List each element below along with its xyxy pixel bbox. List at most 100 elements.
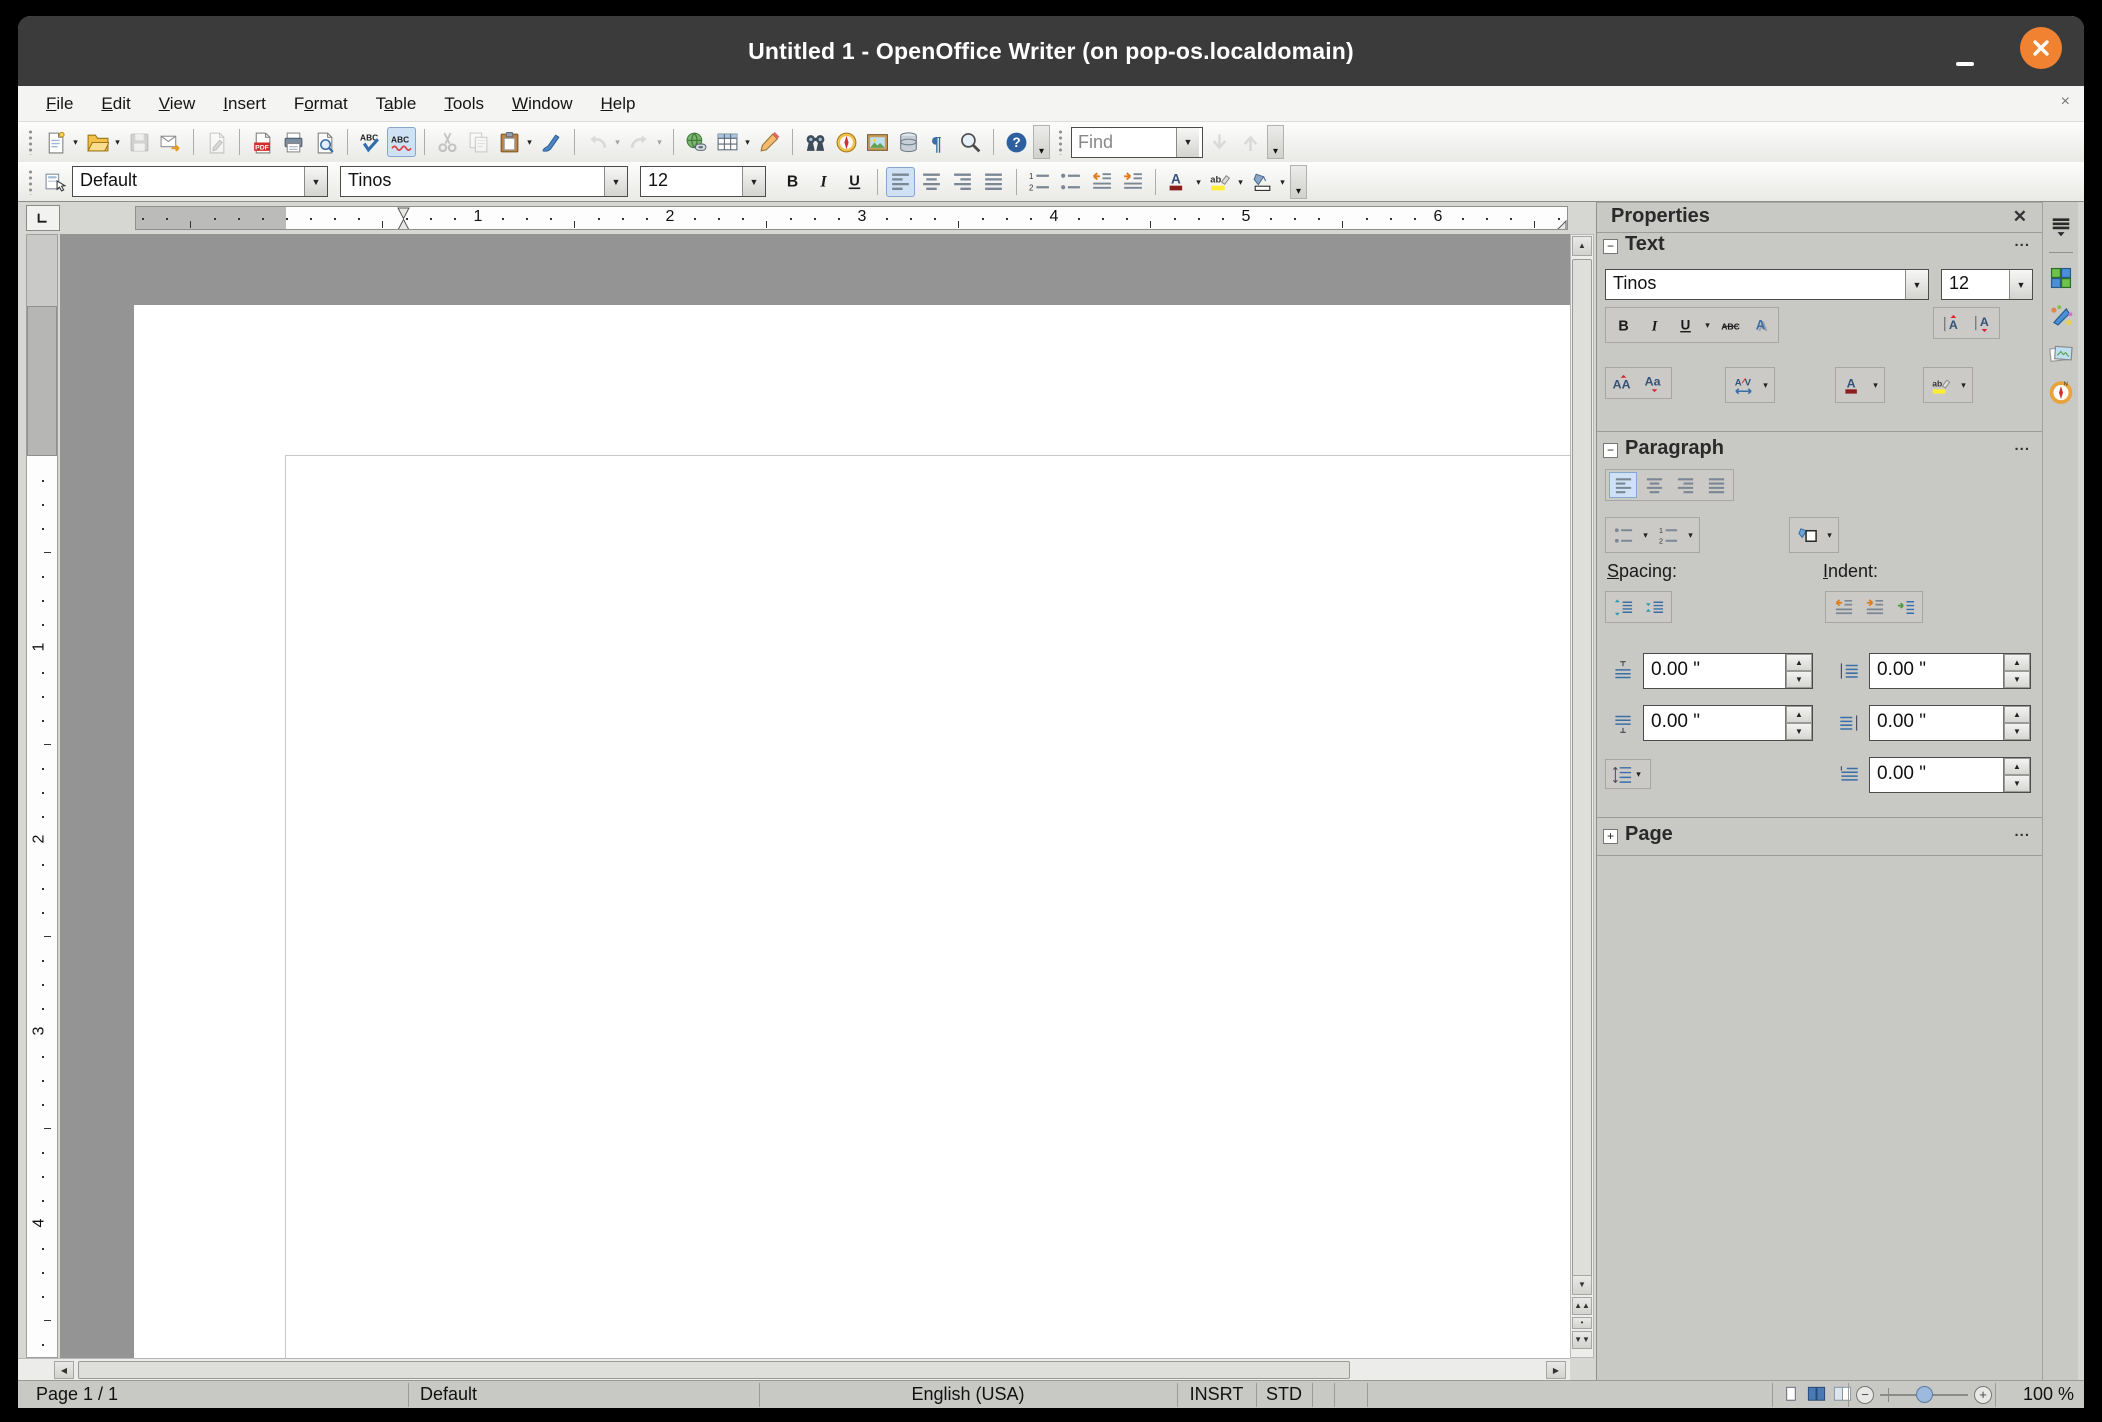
decrease-indent-button[interactable] — [1860, 594, 1888, 620]
close-document-icon[interactable]: × — [2061, 94, 2070, 110]
menu-tools[interactable]: Tools — [430, 89, 498, 119]
status-page-style[interactable]: Default — [420, 1384, 477, 1405]
paragraph-style-combo[interactable]: Default ▼ — [72, 166, 328, 197]
zoom-slider-knob[interactable] — [1916, 1386, 1933, 1403]
toolbar-overflow-button[interactable]: ▾ — [1290, 164, 1307, 199]
table-button[interactable] — [713, 127, 742, 157]
lowercase-button[interactable]: Aa — [1640, 370, 1668, 396]
font-name-combo[interactable]: Tinos ▼ — [340, 166, 628, 197]
spinner-arrows[interactable]: ▲ ▼ — [1785, 654, 1812, 688]
increase-indent-button[interactable] — [1118, 167, 1147, 197]
chevron-down-icon[interactable]: ▾ — [1640, 520, 1651, 550]
highlighting-button[interactable]: ab — [1927, 372, 1955, 398]
undo-button[interactable] — [583, 127, 612, 157]
navigator-button[interactable] — [832, 127, 861, 157]
align-left-button[interactable] — [886, 166, 915, 197]
character-spacing-button[interactable]: AV — [1729, 372, 1757, 398]
sidebar-menu-icon[interactable] — [2048, 212, 2074, 238]
align-left-button[interactable] — [1609, 472, 1637, 498]
first-line-indent-field[interactable]: 0.00 " ▲ ▼ — [1869, 757, 2031, 793]
font-color-button[interactable]: A — [1164, 167, 1193, 197]
sidebar-tab-navigator[interactable]: N — [2048, 379, 2074, 405]
menu-help[interactable]: Help — [586, 89, 649, 119]
document-page[interactable] — [134, 305, 1570, 1358]
horizontal-scrollbar[interactable]: ◀ ▶ — [18, 1358, 1570, 1380]
format-paintbrush-button[interactable] — [537, 127, 566, 157]
zoom-slider[interactable]: − + — [1856, 1384, 1992, 1406]
increase-font-size-button[interactable]: A — [1937, 310, 1965, 336]
formatting-marks-button[interactable]: ¶ — [925, 127, 954, 157]
uppercase-button[interactable]: AA — [1609, 370, 1637, 396]
bold-button[interactable]: B — [778, 167, 807, 197]
previous-page-icon[interactable]: ▲▲ — [1572, 1297, 1592, 1315]
zoom-in-icon[interactable]: + — [1974, 1386, 1992, 1404]
bold-button[interactable]: B — [1609, 312, 1637, 338]
decrease-spacing-button[interactable] — [1640, 594, 1668, 620]
chevron-down-icon[interactable]: ▾ — [1685, 520, 1696, 550]
chevron-down-icon[interactable]: ▼ — [304, 167, 327, 196]
draw-functions-button[interactable] — [755, 127, 784, 157]
chevron-down-icon[interactable]: ▾ — [1870, 370, 1881, 400]
zoom-out-icon[interactable]: − — [1856, 1386, 1874, 1404]
align-justify-button[interactable] — [979, 167, 1008, 197]
multi-page-view-icon[interactable] — [1806, 1384, 1827, 1405]
highlighting-button[interactable]: ab — [1206, 167, 1235, 197]
open-dropdown-icon[interactable]: ▾ — [112, 127, 123, 157]
background-color-dropdown-icon[interactable]: ▾ — [1277, 167, 1288, 197]
status-zoom-value[interactable]: 100 % — [2002, 1384, 2074, 1405]
chevron-down-icon[interactable]: ▼ — [1176, 127, 1199, 157]
single-page-view-icon[interactable] — [1780, 1384, 1801, 1405]
highlighting-dropdown-icon[interactable]: ▾ — [1235, 167, 1246, 197]
scroll-right-icon[interactable]: ▶ — [1546, 1361, 1566, 1379]
styles-formatting-button[interactable] — [41, 167, 70, 197]
spinner-arrows[interactable]: ▲ ▼ — [2003, 758, 2030, 792]
shadow-button[interactable]: AA — [1747, 312, 1775, 338]
panel-font-size-combo[interactable]: 12 ▼ — [1941, 269, 2033, 300]
panel-font-name-combo[interactable]: Tinos ▼ — [1605, 269, 1929, 300]
paragraph-section-more-icon[interactable]: ... — [2014, 437, 2030, 454]
italic-button[interactable]: I — [1640, 312, 1668, 338]
toolbar-handle[interactable] — [1057, 129, 1064, 155]
status-selection-mode[interactable]: STD — [1256, 1384, 1312, 1405]
font-color-button[interactable]: A — [1839, 372, 1867, 398]
underline-button[interactable]: U — [840, 167, 869, 197]
spinner-arrows[interactable]: ▲ ▼ — [1785, 706, 1812, 740]
sidebar-tab-styles[interactable] — [2048, 303, 2074, 329]
status-page-number[interactable]: Page 1 / 1 — [36, 1384, 118, 1405]
italic-button[interactable]: I — [809, 167, 838, 197]
find-down-button[interactable] — [1205, 127, 1234, 157]
chevron-down-icon[interactable]: ▾ — [1633, 759, 1644, 789]
panel-close-icon[interactable]: ✕ — [2013, 207, 2028, 227]
gallery-button[interactable] — [863, 127, 892, 157]
above-spacing-field[interactable]: 0.00 " ▲ ▼ — [1643, 653, 1813, 689]
increase-indent-button[interactable] — [1829, 594, 1857, 620]
page-section-more-icon[interactable]: ... — [2014, 823, 2030, 840]
bullets-button[interactable] — [1056, 167, 1085, 197]
scroll-down-icon[interactable]: ▼ — [1572, 1275, 1592, 1295]
expand-page-icon[interactable]: + — [1603, 829, 1618, 844]
minimize-button[interactable] — [1948, 40, 1982, 74]
save-button[interactable] — [125, 127, 154, 157]
find-up-button[interactable] — [1236, 127, 1265, 157]
underline-dropdown-icon[interactable]: ▾ — [1702, 310, 1713, 340]
strikethrough-button[interactable]: ABC — [1716, 312, 1744, 338]
numbering-button[interactable]: 12 — [1654, 522, 1682, 548]
paragraph-background-button[interactable] — [1793, 522, 1821, 548]
table-dropdown-icon[interactable]: ▾ — [742, 127, 753, 157]
toolbar-overflow-button[interactable]: ▾ — [1033, 125, 1050, 159]
help-button[interactable]: ? — [1002, 127, 1031, 157]
chevron-down-icon[interactable]: ▼ — [604, 167, 627, 196]
vertical-scrollbar[interactable]: ▲ ▼ ▲▲ • ▼▼ — [1570, 234, 1594, 1358]
sidebar-tab-gallery[interactable] — [2048, 341, 2074, 367]
bullets-button[interactable] — [1609, 522, 1637, 548]
edit-file-button[interactable] — [202, 127, 231, 157]
align-right-button[interactable] — [1671, 472, 1699, 498]
chevron-down-icon[interactable]: ▾ — [1824, 520, 1835, 550]
menu-format[interactable]: Format — [280, 89, 362, 119]
hyperlink-button[interactable] — [682, 127, 711, 157]
scroll-up-icon[interactable]: ▲ — [1572, 236, 1592, 256]
navigation-icon[interactable]: • — [1572, 1317, 1592, 1329]
menu-window[interactable]: Window — [498, 89, 586, 119]
find-combo[interactable]: ▼ — [1071, 126, 1203, 158]
zoom-button[interactable] — [956, 127, 985, 157]
